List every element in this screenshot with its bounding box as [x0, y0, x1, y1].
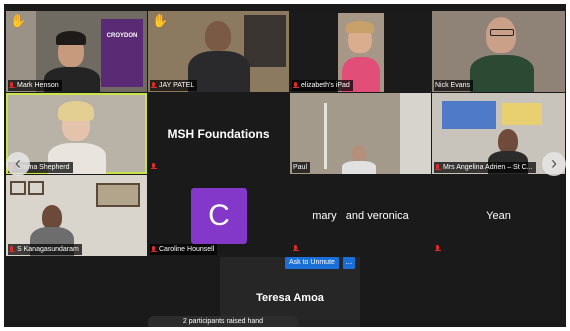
- next-page-button[interactable]: ›: [542, 152, 566, 176]
- ask-to-unmute-button[interactable]: Ask to Unmute: [285, 257, 339, 269]
- mic-muted-icon: [151, 163, 157, 171]
- meeting-window: CROYDON ✋ Mark Henson ✋ JAY PATEL elizab…: [4, 4, 566, 327]
- participant-face: [42, 205, 62, 229]
- participant-hair: [346, 21, 374, 33]
- participant-display-name: MSH Foundations: [167, 126, 270, 141]
- video-tile-elizabeths-ipad[interactable]: elizabeth's iPad: [290, 11, 431, 92]
- participant-display-name: Yean: [486, 209, 511, 222]
- video-tile-jay-patel[interactable]: ✋ JAY PATEL: [148, 11, 289, 92]
- mic-muted-icon: [9, 245, 15, 254]
- classroom-display: [442, 101, 496, 129]
- croydon-banner: CROYDON: [101, 19, 143, 87]
- mic-muted-icon: [435, 245, 441, 253]
- name-tag: Mark Henson: [8, 80, 62, 91]
- mic-muted-icon: [151, 81, 157, 90]
- raised-hands-notice: 2 participants raised hand: [148, 316, 298, 327]
- window-background: [400, 93, 431, 174]
- name-tag: elizabeth's iPad: [292, 80, 353, 91]
- name-tile-yean[interactable]: Yean: [432, 175, 565, 256]
- name-tile-msh-foundations[interactable]: MSH Foundations: [148, 93, 289, 174]
- participant-display-name: Teresa Amoa: [256, 291, 324, 304]
- name-tag: Paul: [292, 162, 311, 173]
- participant-display-name: mary and veronica: [312, 209, 409, 222]
- participant-face: [205, 21, 231, 51]
- participant-face: [352, 145, 366, 161]
- participant-face: [498, 129, 518, 153]
- participant-hair: [56, 31, 86, 45]
- picture-frame: [28, 181, 44, 195]
- raised-hand-icon: ✋: [10, 13, 27, 28]
- raised-hand-icon: ✋: [152, 13, 169, 28]
- name-tile-mary-and-veronica[interactable]: mary and veronica: [290, 175, 431, 256]
- previous-page-button[interactable]: ‹: [6, 152, 30, 176]
- more-options-button[interactable]: ...: [343, 257, 355, 269]
- picture-frame: [96, 183, 140, 207]
- avatar-tile-caroline-hounsell[interactable]: C Caroline Hounsell: [148, 175, 289, 256]
- video-tile-s-kanagasundaram[interactable]: S Kanagasundaram: [6, 175, 147, 256]
- mic-muted-icon: [293, 81, 299, 90]
- lamp-pole: [324, 103, 327, 169]
- avatar: C: [191, 188, 247, 244]
- name-tag: S Kanagasundaram: [8, 244, 82, 255]
- mic-muted-icon: [435, 163, 441, 172]
- name-tag: Nick Evans: [434, 80, 474, 91]
- room-background: [244, 15, 286, 67]
- mic-muted-icon: [293, 245, 299, 253]
- picture-frame: [10, 181, 26, 195]
- video-tile-paul[interactable]: Paul: [290, 93, 431, 174]
- mic-muted-icon: [151, 245, 157, 254]
- name-tag: JAY PATEL: [150, 80, 198, 91]
- participant-body: [342, 161, 376, 174]
- name-tag: Caroline Hounsell: [150, 244, 218, 255]
- participant-hair: [58, 101, 94, 121]
- glasses-icon: [490, 29, 514, 36]
- mic-muted-icon: [9, 81, 15, 90]
- classroom-display: [502, 103, 542, 125]
- name-tag: Mrs Angelina Adrien – St C...: [434, 162, 536, 173]
- video-tile-mark-henson[interactable]: CROYDON ✋ Mark Henson: [6, 11, 147, 92]
- video-tile-nick-evans[interactable]: Nick Evans: [432, 11, 565, 92]
- participant-body: [188, 51, 250, 92]
- participant-body: [470, 55, 534, 92]
